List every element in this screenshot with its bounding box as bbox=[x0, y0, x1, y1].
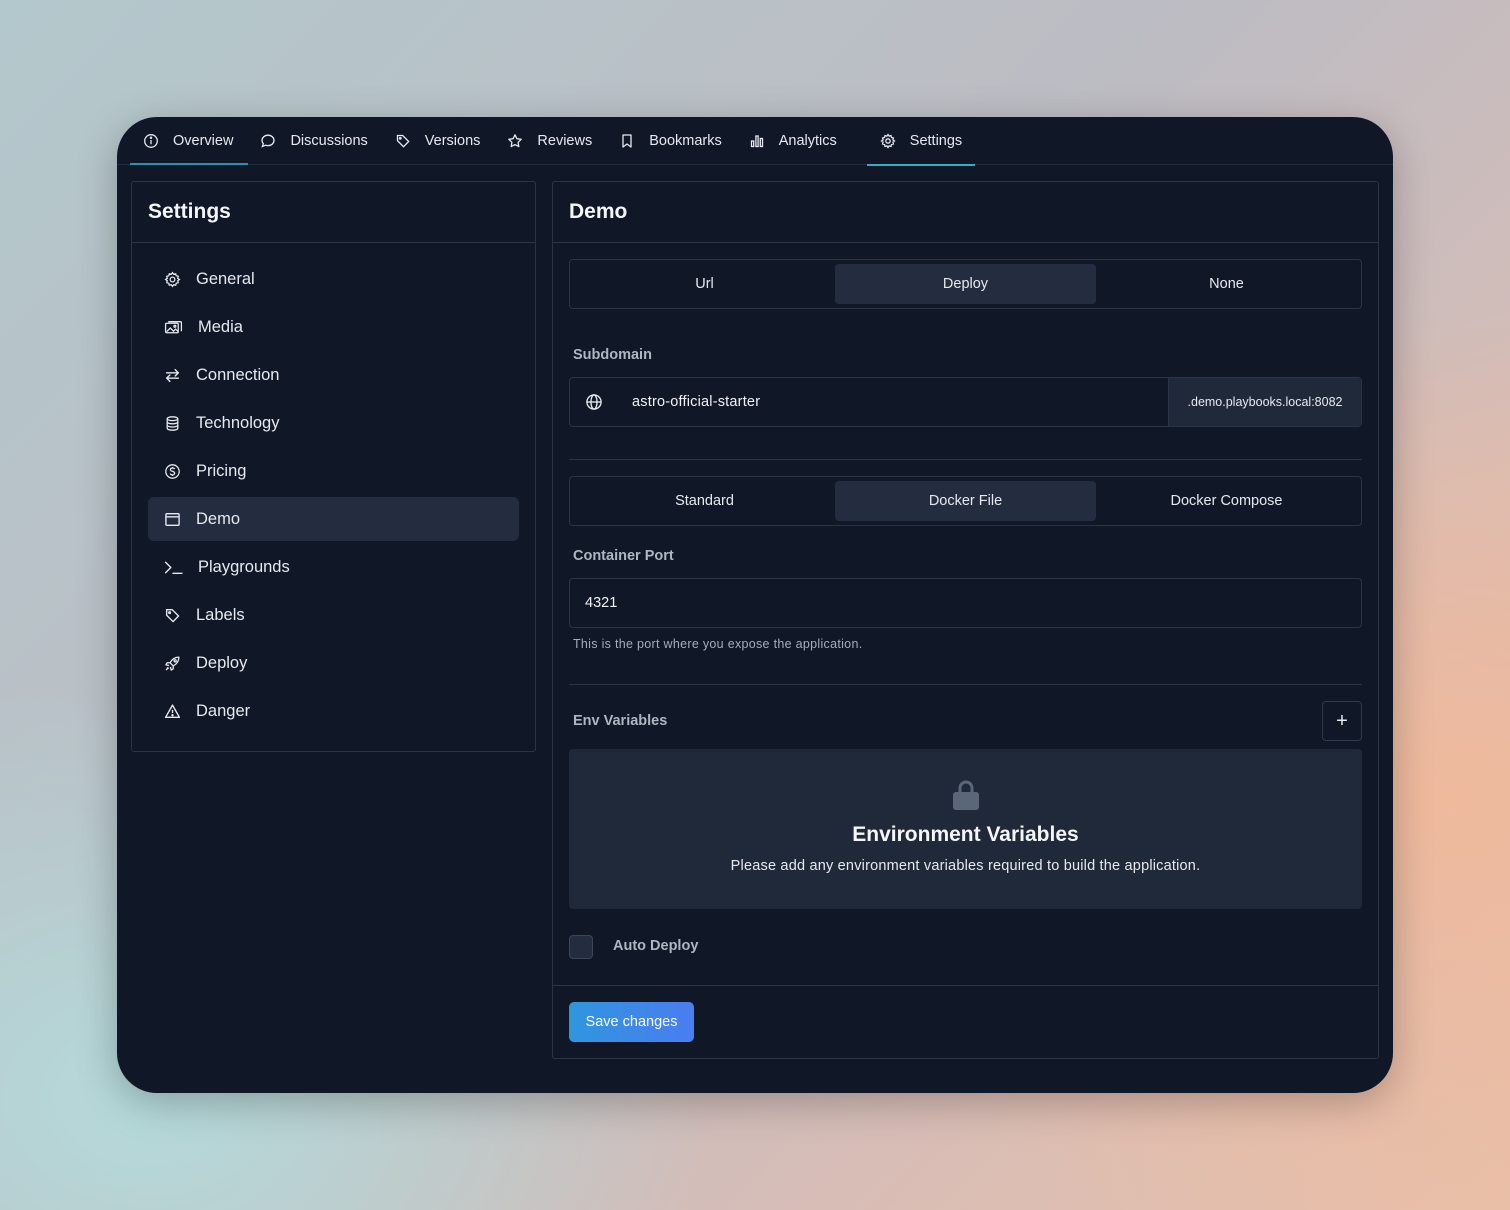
sidebar-item-label: Labels bbox=[196, 605, 245, 624]
database-icon bbox=[164, 415, 181, 432]
warning-triangle-icon bbox=[164, 703, 181, 720]
build-type-selector: Standard Docker File Docker Compose bbox=[569, 476, 1362, 526]
tab-label: Bookmarks bbox=[649, 133, 722, 149]
auto-deploy-label: Auto Deploy bbox=[613, 938, 699, 954]
gear-icon bbox=[164, 270, 181, 288]
subdomain-label: Subdomain bbox=[573, 347, 652, 363]
tab-label: Settings bbox=[909, 133, 963, 149]
bookmark-icon bbox=[619, 133, 635, 149]
sidebar-item-labels[interactable]: Labels bbox=[148, 593, 519, 637]
section-divider bbox=[569, 459, 1362, 460]
add-env-variable-button[interactable]: + bbox=[1322, 701, 1362, 741]
sidebar-item-label: Demo bbox=[196, 509, 241, 528]
rocket-icon bbox=[164, 655, 181, 672]
sidebar-item-label: Media bbox=[198, 317, 243, 336]
container-port-field: 4321 bbox=[569, 578, 1362, 628]
tab-label: Analytics bbox=[778, 133, 837, 149]
tab-analytics[interactable]: Analytics bbox=[736, 117, 850, 165]
mode-deploy-button[interactable]: Deploy bbox=[835, 264, 1096, 304]
sidebar-item-label: Danger bbox=[196, 701, 251, 720]
container-port-input[interactable]: 4321 bbox=[585, 595, 617, 611]
browser-window-icon bbox=[164, 511, 181, 528]
globe-icon bbox=[570, 393, 618, 411]
tag-icon bbox=[164, 607, 181, 624]
sidebar-item-label: Deploy bbox=[196, 653, 248, 672]
lock-icon bbox=[952, 779, 980, 811]
tab-versions[interactable]: Versions bbox=[382, 117, 494, 165]
mode-none-button[interactable]: None bbox=[1096, 264, 1357, 304]
sidebar-item-label: General bbox=[196, 269, 255, 288]
plus-icon: + bbox=[1336, 709, 1348, 732]
tab-label: Versions bbox=[424, 133, 481, 149]
sidebar-item-technology[interactable]: Technology bbox=[148, 401, 519, 445]
sidebar-item-label: Playgrounds bbox=[198, 557, 290, 576]
sidebar-title: Settings bbox=[132, 182, 535, 243]
tab-reviews[interactable]: Reviews bbox=[494, 117, 605, 165]
arrows-swap-icon bbox=[164, 367, 181, 384]
empty-state-description: Please add any environment variables req… bbox=[730, 858, 1201, 874]
terminal-icon bbox=[164, 559, 183, 576]
tab-label: Reviews bbox=[537, 133, 593, 149]
demo-panel: Demo Url Deploy None Subdomain astro-off… bbox=[552, 181, 1379, 1059]
sidebar-item-general[interactable]: General bbox=[148, 257, 519, 301]
subdomain-field: astro-official-starter .demo.playbooks.l… bbox=[569, 377, 1362, 427]
gear-icon bbox=[880, 133, 896, 149]
tab-overview-underline bbox=[130, 163, 248, 165]
sidebar-item-label: Pricing bbox=[196, 461, 247, 480]
images-icon bbox=[164, 319, 183, 336]
sidebar-item-demo[interactable]: Demo bbox=[148, 497, 519, 541]
tab-settings[interactable]: Settings bbox=[866, 117, 976, 166]
tab-overview[interactable]: Overview bbox=[130, 117, 246, 165]
dollar-circle-icon bbox=[164, 463, 181, 480]
subdomain-suffix: .demo.playbooks.local:8082 bbox=[1168, 378, 1361, 426]
settings-sidebar: Settings General Media Connection Techno… bbox=[131, 181, 536, 752]
top-tab-bar: Overview Discussions Versions Reviews Bo… bbox=[117, 117, 1393, 166]
tab-bookmarks[interactable]: Bookmarks bbox=[606, 117, 735, 165]
chat-icon bbox=[260, 133, 276, 149]
sidebar-item-media[interactable]: Media bbox=[148, 305, 519, 349]
build-standard-button[interactable]: Standard bbox=[574, 481, 835, 521]
empty-state-title: Environment Variables bbox=[852, 823, 1079, 846]
auto-deploy-checkbox[interactable] bbox=[569, 935, 593, 959]
sidebar-list: General Media Connection Technology Pric… bbox=[132, 243, 535, 733]
sidebar-item-pricing[interactable]: Pricing bbox=[148, 449, 519, 493]
star-icon bbox=[507, 133, 523, 149]
info-icon bbox=[143, 133, 159, 149]
container-port-hint: This is the port where you expose the ap… bbox=[573, 637, 863, 651]
demo-mode-selector: Url Deploy None bbox=[569, 259, 1362, 309]
sidebar-item-label: Connection bbox=[196, 365, 280, 384]
env-variables-label: Env Variables bbox=[573, 713, 668, 729]
sidebar-item-danger[interactable]: Danger bbox=[148, 689, 519, 733]
container-port-label: Container Port bbox=[573, 548, 674, 564]
tab-label: Overview bbox=[173, 133, 234, 149]
sidebar-item-deploy[interactable]: Deploy bbox=[148, 641, 519, 685]
bar-chart-icon bbox=[749, 133, 765, 149]
build-docker-file-button[interactable]: Docker File bbox=[835, 481, 1096, 521]
section-divider bbox=[569, 684, 1362, 685]
sidebar-item-playgrounds[interactable]: Playgrounds bbox=[148, 545, 519, 589]
sidebar-item-label: Technology bbox=[196, 413, 280, 432]
subdomain-input[interactable]: astro-official-starter bbox=[618, 394, 1168, 410]
tab-discussions[interactable]: Discussions bbox=[247, 117, 380, 165]
tag-icon bbox=[395, 133, 411, 149]
sidebar-item-connection[interactable]: Connection bbox=[148, 353, 519, 397]
footer-divider bbox=[553, 985, 1378, 986]
env-empty-state: Environment Variables Please add any env… bbox=[569, 749, 1362, 909]
app-window: Overview Discussions Versions Reviews Bo… bbox=[117, 117, 1393, 1093]
mode-url-button[interactable]: Url bbox=[574, 264, 835, 304]
build-docker-compose-button[interactable]: Docker Compose bbox=[1096, 481, 1357, 521]
save-changes-button[interactable]: Save changes bbox=[569, 1002, 694, 1042]
tab-label: Discussions bbox=[290, 133, 368, 149]
panel-title: Demo bbox=[553, 182, 1378, 243]
